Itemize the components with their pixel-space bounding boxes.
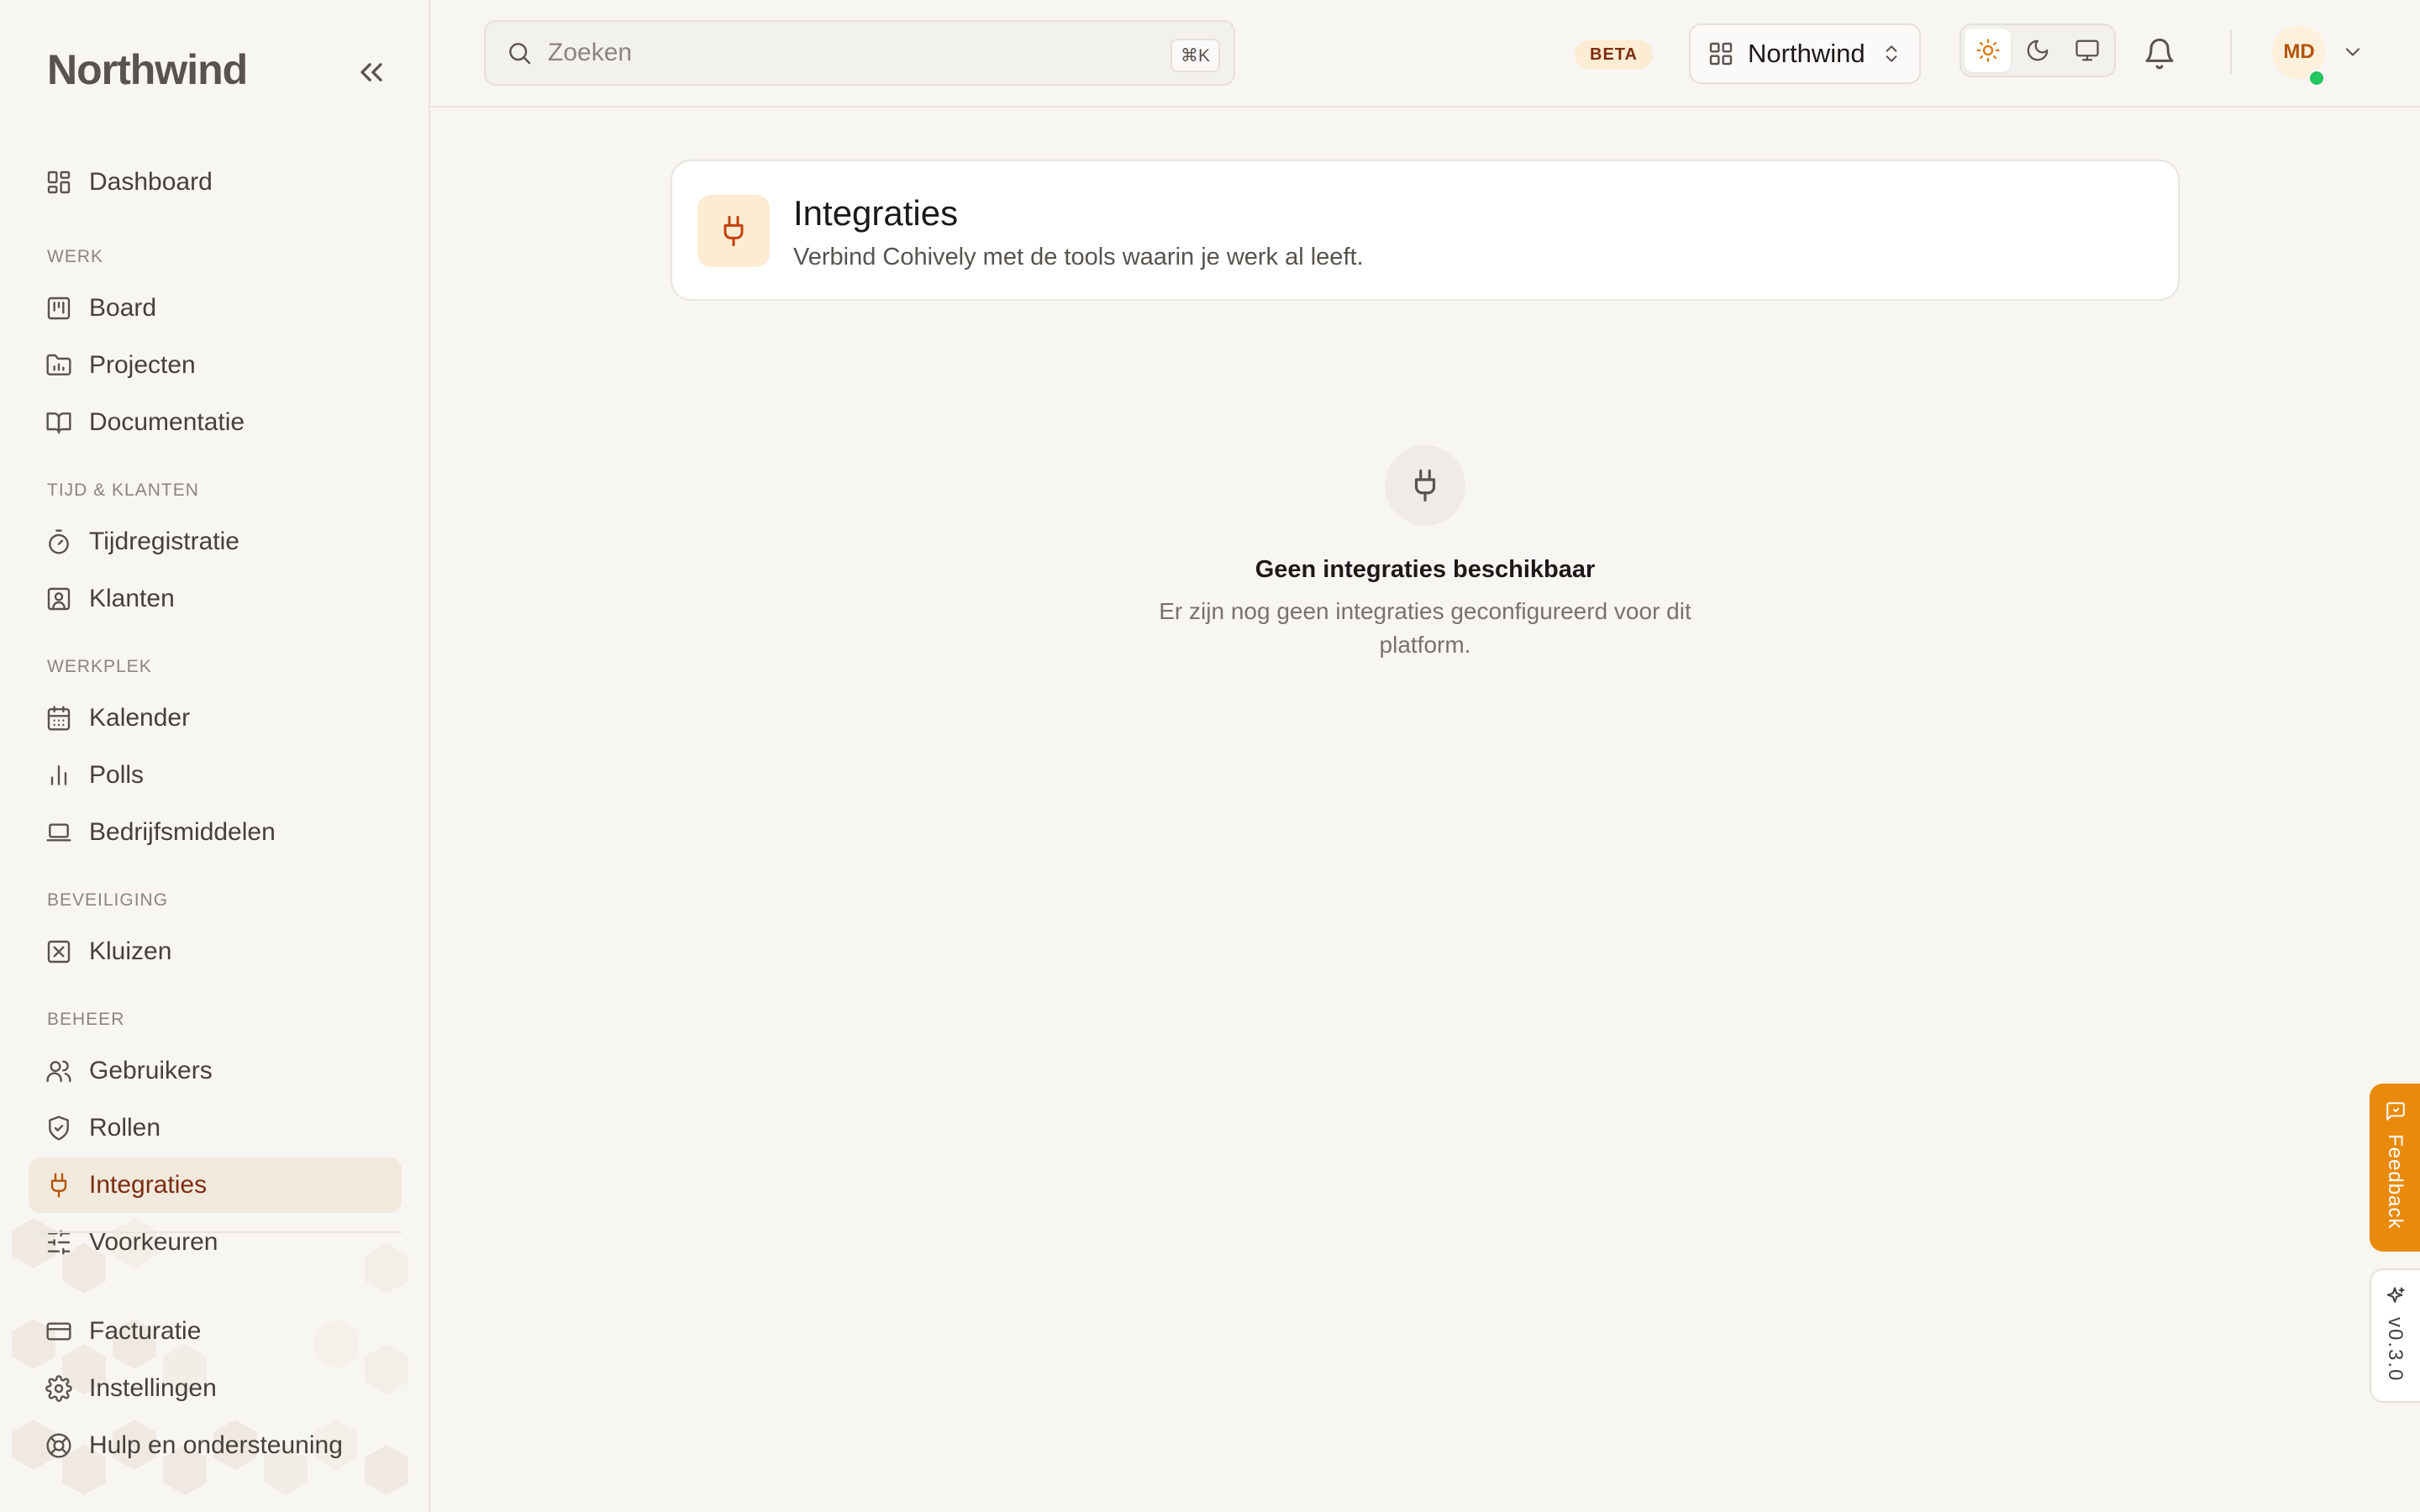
feedback-tab[interactable]: Feedback (2370, 1084, 2420, 1252)
page-header-card: Integraties Verbind Cohively met de tool… (671, 160, 2180, 301)
version-label: v0.3.0 (2384, 1317, 2407, 1383)
theme-system-button[interactable] (2065, 29, 2111, 72)
collapse-sidebar-icon[interactable] (353, 54, 390, 91)
grid-icon (1707, 40, 1734, 67)
theme-toggle-group (1960, 24, 2116, 77)
section-label-werkplek: WERKPLEK (47, 657, 152, 676)
section-label-beveiliging: BEVEILIGING (47, 890, 169, 910)
page-title: Integraties (793, 193, 959, 233)
sidebar-item-label: Tijdregistratie (89, 528, 239, 555)
sidebar-item-label: Kalender (89, 704, 191, 732)
search-shortcut-badge: ⌘K (1170, 39, 1220, 72)
folder-chart-icon (45, 352, 72, 379)
sun-icon (1975, 38, 2001, 63)
calendar-icon (45, 705, 72, 732)
sidebar-item-tijdregistratie[interactable]: Tijdregistratie (29, 514, 402, 570)
sidebar-item-board[interactable]: Board (29, 281, 402, 336)
search-icon (506, 39, 533, 66)
topbar-separator (2230, 30, 2232, 74)
workspace-name: Northwind (1748, 39, 1865, 68)
sidebar-item-kluizen[interactable]: Kluizen (29, 924, 402, 979)
sidebar-item-voorkeuren[interactable]: Voorkeuren (29, 1215, 402, 1270)
kanban-icon (45, 295, 72, 322)
sidebar-item-projecten[interactable]: Projecten (29, 338, 402, 393)
sidebar-item-label: Hulp en ondersteuning (89, 1431, 343, 1459)
sidebar-item-label: Polls (89, 761, 145, 789)
section-label-beheer: BEHEER (47, 1010, 125, 1029)
sidebar-divider (29, 1231, 402, 1233)
sidebar-item-integraties[interactable]: Integraties (29, 1158, 402, 1213)
sidebar-item-label: Instellingen (89, 1374, 217, 1402)
empty-state-text: Er zijn nog geen integraties geconfigure… (1159, 598, 1691, 658)
sidebar-item-label: Gebruikers (89, 1057, 213, 1084)
chevrons-up-down-icon (1881, 43, 1902, 65)
sidebar-item-hulp[interactable]: Hulp en ondersteuning (29, 1418, 402, 1473)
shield-check-icon (45, 1115, 72, 1142)
life-buoy-icon (45, 1432, 72, 1459)
section-label-tijd-klanten: TIJD & KLANTEN (47, 480, 199, 500)
sidebar-item-label: Facturatie (89, 1317, 202, 1345)
sidebar-item-label: Kluizen (89, 937, 172, 965)
sidebar-item-rollen[interactable]: Rollen (29, 1100, 402, 1156)
sidebar-item-gebruikers[interactable]: Gebruikers (29, 1043, 402, 1099)
sidebar-item-facturatie[interactable]: Facturatie (29, 1304, 402, 1359)
book-open-icon (45, 409, 72, 436)
vault-icon (45, 938, 72, 965)
plug-icon (1407, 468, 1443, 503)
message-square-icon (2385, 1100, 2407, 1122)
sidebar-item-label: Documentatie (89, 408, 245, 436)
layout-dashboard-icon (45, 169, 72, 196)
bell-icon[interactable] (2143, 37, 2176, 71)
feedback-label: Feedback (2384, 1134, 2407, 1230)
monitor-icon (2075, 38, 2100, 63)
sidebar-item-label: Board (89, 294, 157, 322)
sidebar-item-label: Rollen (89, 1114, 161, 1142)
sidebar-item-bedrijfsmiddelen[interactable]: Bedrijfsmiddelen (29, 805, 402, 860)
sidebar-item-label: Integraties (89, 1171, 208, 1199)
moon-icon (2025, 38, 2050, 63)
sidebar-item-label: Dashboard (89, 168, 213, 196)
users-icon (45, 1058, 72, 1084)
contact-icon (45, 585, 72, 612)
beta-badge: BETA (1575, 40, 1653, 69)
gear-icon (45, 1375, 72, 1402)
sidebar-item-instellingen[interactable]: Instellingen (29, 1361, 402, 1416)
credit-card-icon (45, 1318, 72, 1345)
plug-icon (45, 1172, 72, 1199)
sidebar-item-label: Projecten (89, 351, 196, 379)
theme-dark-button[interactable] (2014, 29, 2060, 72)
sidebar-item-kalender[interactable]: Kalender (29, 690, 402, 746)
theme-light-button[interactable] (1965, 29, 2012, 72)
brand-logo[interactable]: Northwind (47, 45, 248, 94)
timer-icon (45, 528, 72, 555)
sidebar-item-label: Bedrijfsmiddelen (89, 818, 276, 846)
sparkles-icon (2383, 1285, 2407, 1309)
search-bar[interactable]: ⌘K (484, 20, 1235, 86)
online-status-dot (2307, 69, 2326, 87)
sidebar-item-documentatie[interactable]: Documentatie (29, 395, 402, 450)
sidebar-item-dashboard[interactable]: Dashboard (29, 155, 402, 210)
page-header-icon (697, 195, 770, 267)
search-input[interactable] (546, 38, 1138, 68)
page-subtitle: Verbind Cohively met de tools waarin je … (793, 244, 1364, 270)
section-label-werk: WERK (47, 247, 103, 266)
chevron-down-icon[interactable] (2341, 40, 2365, 64)
sidebar-item-polls[interactable]: Polls (29, 748, 402, 803)
sidebar-item-label: Klanten (89, 585, 175, 612)
plug-icon (717, 214, 750, 248)
workspace-switcher[interactable]: Northwind (1689, 24, 1921, 84)
version-tab[interactable]: v0.3.0 (2370, 1268, 2420, 1403)
bar-chart-icon (45, 762, 72, 789)
laptop-icon (45, 819, 72, 846)
sidebar: Northwind Dashboard WERK Board Projecten… (0, 0, 430, 1512)
empty-state-title: Geen integraties beschikbaar (1255, 556, 1596, 583)
empty-state-icon (1385, 445, 1465, 526)
sidebar-item-klanten[interactable]: Klanten (29, 571, 402, 627)
